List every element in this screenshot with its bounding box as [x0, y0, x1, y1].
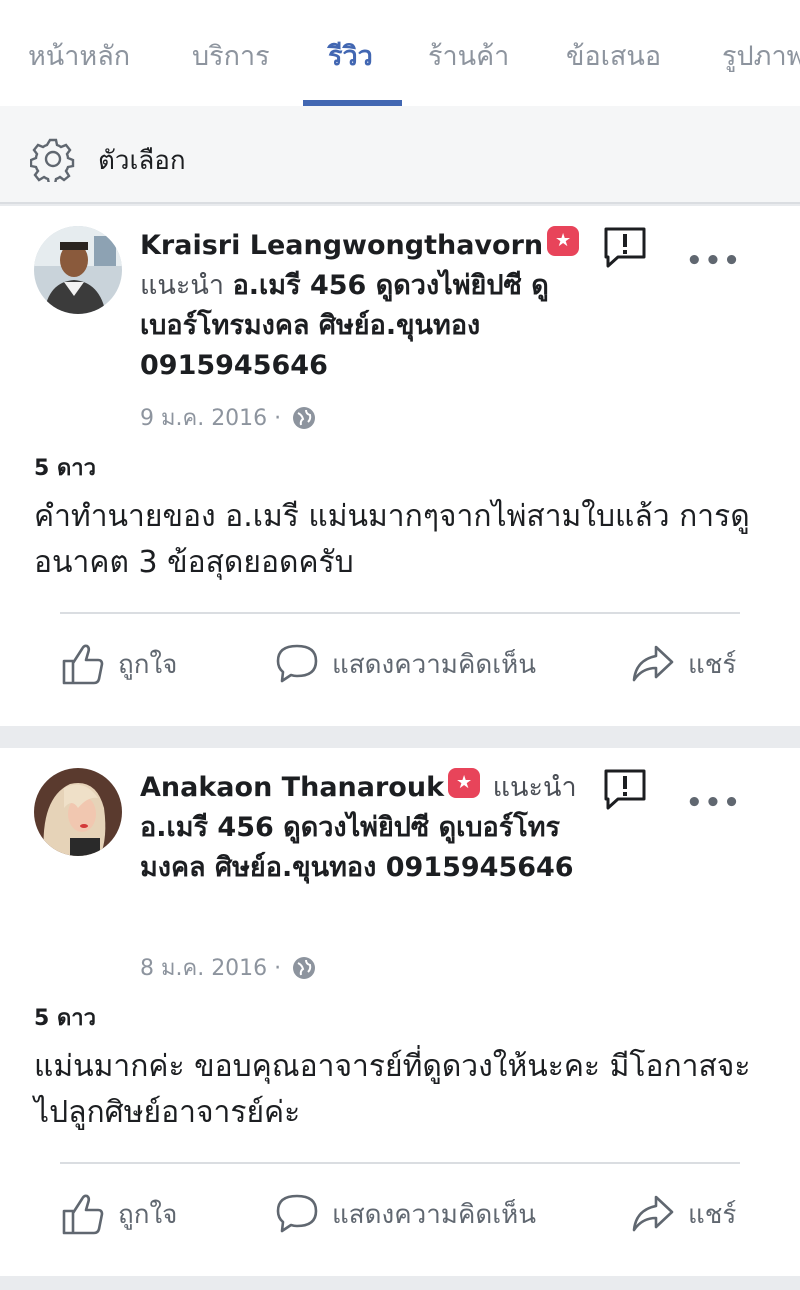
divider — [60, 612, 740, 614]
like-button[interactable]: ถูกใจ — [60, 634, 177, 694]
comment-button[interactable]: แสดงความคิดเห็น — [274, 1184, 536, 1244]
share-label: แชร์ — [688, 649, 737, 680]
review-header: Anakaon Thanarouk ★ แนะนำ อ.เมรี 456 ดูดว… — [140, 768, 590, 888]
star-rating: 5 ดาว — [34, 1006, 96, 1031]
comment-label: แสดงความคิดเห็น — [332, 1199, 537, 1230]
share-button[interactable]: แชร์ — [630, 1184, 736, 1244]
review-card: Anakaon Thanarouk ★ แนะนำ อ.เมรี 456 ดูดว… — [0, 748, 800, 1276]
report-icon[interactable] — [602, 768, 648, 812]
review-meta: 8 ม.ค. 2016 · — [140, 950, 316, 985]
gear-icon — [30, 138, 75, 182]
comment-label: แสดงความคิดเห็น — [332, 649, 537, 680]
review-header: Kraisri Leangwongthavorn ★ แนะนำ อ.เมรี 4… — [140, 226, 590, 386]
tab-shop[interactable]: ร้านค้า — [428, 34, 509, 77]
globe-icon — [293, 957, 316, 979]
comment-icon — [276, 1194, 318, 1233]
share-button[interactable]: แชร์ — [630, 634, 736, 694]
more-options-icon[interactable]: ••• — [686, 788, 742, 818]
action-bar: ถูกใจ แสดงความคิดเห็น แชร์ — [0, 634, 800, 694]
thumbs-up-icon — [62, 1194, 104, 1235]
share-icon — [632, 1195, 674, 1232]
review-meta: 9 ม.ค. 2016 · — [140, 400, 316, 435]
review-date[interactable]: 8 ม.ค. 2016 · — [140, 956, 281, 981]
thumbs-up-icon — [62, 644, 104, 685]
author-name[interactable]: Kraisri Leangwongthavorn — [140, 230, 543, 261]
review-date[interactable]: 9 ม.ค. 2016 · — [140, 406, 281, 431]
tab-home[interactable]: หน้าหลัก — [28, 34, 130, 77]
tab-reviews[interactable]: รีวิว — [328, 34, 373, 77]
avatar[interactable] — [34, 768, 122, 856]
avatar[interactable] — [34, 226, 122, 314]
like-label: ถูกใจ — [118, 1199, 178, 1230]
like-button[interactable]: ถูกใจ — [60, 1184, 177, 1244]
recommend-label: แนะนำ — [140, 270, 224, 301]
recommend-badge-icon: ★ — [448, 768, 481, 798]
report-icon[interactable] — [602, 226, 648, 270]
tab-photos[interactable]: รูปภาพ — [722, 34, 800, 77]
options-bar[interactable]: ตัวเลือก — [0, 106, 800, 204]
more-options-icon[interactable]: ••• — [686, 246, 742, 276]
recommend-label: แนะนำ — [492, 772, 577, 803]
tab-offers[interactable]: ข้อเสนอ — [566, 34, 661, 77]
review-text: แม่นมากค่ะ ขอบคุณอาจารย์ที่ดูดวงให้นะคะ … — [34, 1049, 751, 1130]
review-text: คำทำนายของ อ.เมรี แม่นมากๆจากไพ่สามใบแล้… — [34, 499, 750, 580]
review-card: Kraisri Leangwongthavorn ★ แนะนำ อ.เมรี 4… — [0, 206, 800, 726]
author-name[interactable]: Anakaon Thanarouk — [140, 772, 444, 803]
divider — [60, 1162, 740, 1164]
page-name-link[interactable]: อ.เมรี 456 ดูดวงไพ่ยิปซี ดูเบอร์โทรมงคล … — [140, 812, 574, 883]
page-tabs: หน้าหลัก บริการ รีวิว ร้านค้า ข้อเสนอ รู… — [0, 0, 800, 106]
like-label: ถูกใจ — [118, 649, 178, 680]
options-label: ตัวเลือก — [98, 146, 186, 176]
share-icon — [632, 645, 674, 682]
share-label: แชร์ — [688, 1199, 737, 1230]
globe-icon — [293, 407, 316, 429]
star-rating: 5 ดาว — [34, 456, 96, 481]
comment-button[interactable]: แสดงความคิดเห็น — [274, 634, 536, 694]
action-bar: ถูกใจ แสดงความคิดเห็น แชร์ — [0, 1184, 800, 1244]
comment-icon — [276, 644, 318, 683]
recommend-badge-icon: ★ — [547, 226, 580, 256]
tab-services[interactable]: บริการ — [192, 34, 270, 77]
